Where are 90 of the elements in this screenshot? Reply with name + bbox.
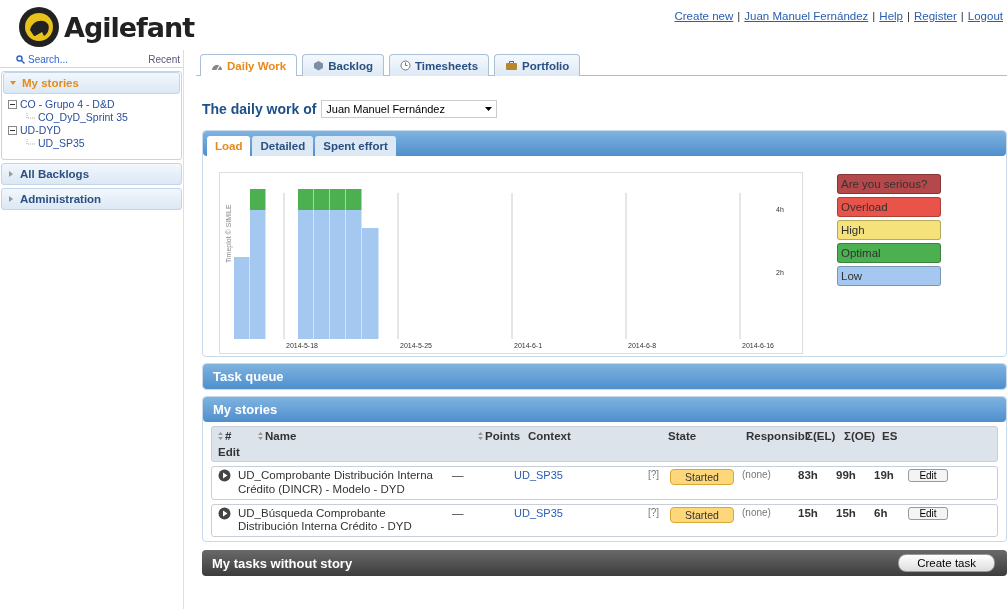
edit-button[interactable]: Edit [908,469,948,482]
caret-right-icon[interactable] [8,171,14,177]
column-header[interactable]: Σ(EL) [806,430,844,442]
header-link[interactable]: Logout [967,10,1003,22]
column-label: Edit [218,446,240,458]
legend-item: Are you serious? [837,174,941,194]
context-link[interactable]: UD_SP35 [514,469,648,481]
effort-left: 83h [798,469,819,481]
caret-down-icon[interactable] [10,80,16,86]
story-name: UD_Comprobante Distribución Interna Crédito (DINCR) - Modelo - DYD [238,469,434,497]
tree-item[interactable]: CO - Grupo 4 - D&D [20,98,115,110]
search-icon [16,55,25,64]
header-link[interactable]: Juan Manuel Fernández [744,10,869,22]
story-points: — [452,506,465,519]
search-field[interactable]: Search... [16,54,69,65]
sort-icon[interactable] [218,432,223,440]
tree-item[interactable]: UD_SP35 [38,137,85,149]
responsible-text: (none) [742,469,772,480]
recent-link[interactable]: Recent [148,54,180,65]
state-label[interactable]: Started [670,469,734,485]
dropdown-caret-icon [485,107,493,111]
state-label[interactable]: Started [670,506,734,523]
effort-left: 15h [798,506,819,519]
column-header[interactable]: Responsibl [746,430,806,442]
tree-item[interactable]: UD-DYD [20,124,61,136]
caret-right-icon[interactable] [8,196,14,202]
view-tab[interactable]: Spent effort [315,136,396,156]
section-header: My stories [203,397,1006,422]
legend-item: Low [837,266,941,286]
sort-icon[interactable] [258,432,263,440]
column-header[interactable]: Context [528,430,668,442]
column-header[interactable]: ES [882,430,912,442]
header-link[interactable]: Create new [674,10,734,22]
link-separator: | [907,10,910,22]
nav-tab[interactable]: Backlog [302,54,384,76]
column-header[interactable]: Edit [218,446,258,458]
clock-icon [400,60,411,71]
link-separator: | [737,10,741,22]
legend-item: Optimal [837,243,941,263]
view-tab[interactable]: Detailed [252,136,314,156]
column-header[interactable]: # [218,430,258,442]
collapse-toggle-icon[interactable] [8,99,17,109]
column-label: Name [265,430,297,442]
logo-text: Agilefant [64,11,195,43]
original-estimate: 99h [836,469,857,481]
page-title: The daily work of [202,101,317,117]
expand-icon[interactable] [218,506,231,520]
legend-item: High [837,220,941,240]
story-name: UD_Búsqueda Comprobante Distribución Interna Crédito - DYD [238,506,413,535]
tree-item[interactable]: CO_DyD_Sprint 35 [38,111,128,123]
sidebar-section[interactable]: Administration [1,188,182,210]
header-link[interactable]: Help [879,10,903,22]
info-link[interactable]: [?] [648,469,670,480]
column-label: Points [485,430,521,442]
column-header[interactable]: Points [478,430,528,442]
sort-icon[interactable] [478,432,483,440]
effort-spent: 19h [874,469,895,481]
column-label: Σ(OE) [844,430,876,442]
nav-tab[interactable]: Timesheets [389,54,490,76]
expand-icon[interactable] [218,469,231,482]
header-link[interactable]: Register [914,10,957,22]
column-label: Context [528,430,571,442]
briefcase-icon [505,60,519,71]
responsible-text: (none) [742,506,772,518]
column-header[interactable]: Name [258,430,478,442]
section-title: My tasks without story [212,555,353,571]
link-separator: | [960,10,964,22]
column-label: State [668,430,697,442]
tree-branch-icon [26,112,35,122]
info-link[interactable]: [?] [648,506,670,518]
collapse-toggle-icon[interactable] [8,125,17,135]
link-separator: | [872,10,876,22]
edit-button[interactable]: Edit [908,506,948,520]
tree-branch-icon [26,138,35,148]
effort-spent: 6h [874,506,889,519]
legend-item: Overload [837,197,941,217]
create-task-button[interactable]: Create task [898,554,995,573]
sidebar-section[interactable]: All Backlogs [1,163,182,185]
column-label: # [225,430,232,442]
cube-icon [313,60,325,71]
section-header: Task queue [203,364,1006,389]
context-link[interactable]: UD_SP35 [514,506,648,519]
column-label: Σ(EL) [806,430,836,442]
column-header[interactable]: Σ(OE) [844,430,882,442]
nav-tab[interactable]: Portfolio [494,54,581,76]
original-estimate: 15h [836,506,857,519]
user-select[interactable]: Juan Manuel Fernández [321,100,498,118]
column-label: ES [882,430,898,442]
column-header[interactable]: State [668,430,746,442]
story-points: — [452,469,465,481]
